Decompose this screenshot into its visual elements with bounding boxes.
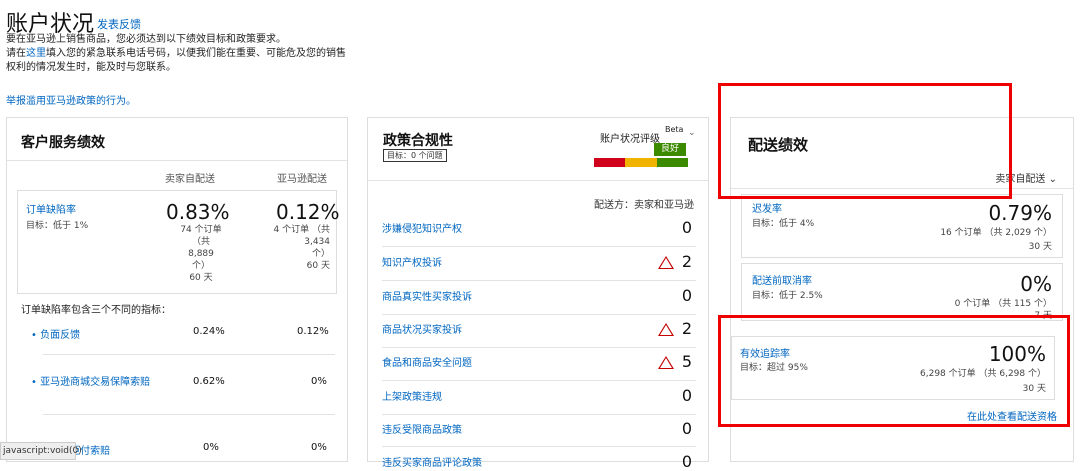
odr-seller-detail-3: 个）	[191, 261, 210, 271]
odr-seller-value: 0.83%	[166, 200, 230, 224]
odr-seller-days: 60 天	[189, 273, 213, 283]
policy-row-authenticity[interactable]: 商品真实性买家投诉	[382, 288, 472, 303]
cancel-rate-link[interactable]: 配送前取消率	[752, 272, 812, 287]
customer-service-panel: 客户服务绩效 卖家自配送 亚马逊配送 订单缺陷率 目标：低于 1% 0.83% …	[6, 117, 348, 462]
report-abuse-link[interactable]: 举报滥用亚马逊政策的行为。	[6, 92, 136, 107]
metric-seller-value: 0%	[203, 442, 219, 453]
emergency-contact-link[interactable]: 这里	[26, 48, 46, 59]
warning-icon: !	[658, 254, 674, 273]
odr-fba-detail-1: 4 个订单 （共 3,434	[273, 225, 330, 247]
policy-row-condition[interactable]: 商品状况买家投诉	[382, 321, 462, 336]
metric-a-to-z-claims[interactable]: 亚马逊商城交易保障索赔	[40, 377, 150, 388]
odr-link[interactable]: 订单缺陷率	[26, 201, 76, 216]
rating-bar	[594, 158, 688, 167]
browser-status-bar: javascript:void(0)	[0, 442, 82, 460]
rating-label: 账户状况评级	[600, 134, 660, 145]
odr-note: 订单缺陷率包含三个不同的指标：	[21, 305, 171, 316]
metric-label[interactable]: • 亚马逊商城交易保障索赔	[31, 376, 151, 390]
policy-row-value: 0	[681, 452, 692, 471]
policy-row-ip-suspected[interactable]: 涉嫌侵犯知识产权	[382, 220, 462, 235]
late-shipment-target: 目标：低于 4%	[752, 219, 815, 229]
warning-icon: !	[658, 354, 674, 373]
policy-title: 政策合规性	[383, 133, 453, 149]
intro-suffix: 填入您的紧急联系电话号码，以便我们能在重要、可能危及您的销售权利的情况发生时，能…	[6, 48, 346, 73]
fulfillment-channel: 配送方：卖家和亚马逊	[594, 200, 694, 211]
feedback-link[interactable]: 发表反馈	[97, 16, 141, 32]
late-shipment-detail: 16 个订单 （共 2,029 个）	[940, 228, 1052, 238]
intro-text: 要在亚马逊上销售商品，您必须达到以下绩效目标和政策要求。 请在这里填入您的紧急联…	[6, 33, 346, 75]
policy-row-value: 2	[681, 319, 692, 338]
warning-icon: !	[658, 321, 674, 340]
cancel-rate-target: 目标：低于 2.5%	[752, 291, 823, 301]
odr-fba-detail: 4 个订单 （共 3,434 个） 60 天	[248, 224, 330, 272]
late-shipment-value: 0.79%	[988, 201, 1052, 225]
policy-row-value: 2	[681, 252, 692, 271]
policy-row-value: 0	[681, 218, 692, 237]
late-shipment-days: 30 天	[1028, 242, 1052, 252]
odr-fba-days: 60 天	[306, 261, 330, 271]
late-shipment-link[interactable]: 迟发率	[752, 200, 782, 215]
odr-card: 订单缺陷率 目标：低于 1% 0.83% 74 个订单 （共 8,889 个） …	[17, 190, 340, 294]
policy-target-chip[interactable]: 目标：0 个问题	[383, 149, 447, 162]
policy-row-food-safety[interactable]: 食品和商品安全问题	[382, 354, 472, 369]
metric-seller-value: 0.62%	[193, 376, 225, 387]
col-seller-header: 卖家自配送	[165, 174, 215, 185]
odr-target: 目标：低于 1%	[26, 221, 89, 231]
odr-fba-value: 0.12%	[276, 200, 340, 224]
annotation-box-bottom	[718, 315, 1070, 427]
policy-row-listing[interactable]: 上架政策违规	[382, 388, 442, 403]
metric-fba-value: 0%	[311, 376, 327, 387]
chevron-down-icon[interactable]: ⌄	[688, 128, 696, 138]
intro-prefix: 请在	[6, 48, 26, 59]
policy-row-reviews[interactable]: 违反买家商品评论政策	[382, 454, 482, 469]
odr-fba-detail-2: 个）	[311, 249, 330, 259]
intro-line-2: 请在这里填入您的紧急联系电话号码，以便我们能在重要、可能危及您的销售权利的情况发…	[6, 47, 346, 75]
odr-seller-detail: 74 个订单 （共 8,889 个） 60 天	[180, 224, 222, 284]
policy-panel: 政策合规性 目标：0 个问题 账户状况评级 Beta ⌄ 良好 配送方：卖家和亚…	[367, 117, 709, 471]
metric-seller-value: 0.24%	[193, 326, 225, 337]
policy-row-value: 0	[681, 419, 692, 438]
customer-service-title: 客户服务绩效	[21, 135, 105, 151]
chevron-down-icon[interactable]: ⌄	[1049, 174, 1057, 185]
metric-label[interactable]: • 负面反馈	[31, 326, 141, 341]
policy-row-value: 0	[681, 286, 692, 305]
policy-row-value: 5	[681, 352, 692, 371]
odr-seller-detail-1: 74 个订单	[180, 225, 222, 235]
cancel-rate-value: 0%	[1020, 272, 1052, 296]
annotation-box-top	[718, 83, 1012, 199]
late-shipment-card: 迟发率 目标：低于 4% 0.79% 16 个订单 （共 2,029 个） 30…	[741, 194, 1063, 258]
odr-seller-detail-2: （共 8,889	[188, 237, 214, 259]
metric-negative-feedback[interactable]: 负面反馈	[40, 330, 80, 341]
beta-badge: Beta	[665, 125, 684, 134]
rating-badge: 良好	[654, 143, 686, 156]
cancel-rate-card: 配送前取消率 目标：低于 2.5% 0% 0 个订单 （共 115 个） 7 天	[741, 263, 1063, 321]
policy-row-restricted[interactable]: 违反受限商品政策	[382, 421, 462, 436]
intro-line-1: 要在亚马逊上销售商品，您必须达到以下绩效目标和政策要求。	[6, 34, 286, 45]
policy-row-value: 0	[681, 386, 692, 405]
col-fba-header: 亚马逊配送	[277, 174, 327, 185]
metric-fba-value: 0%	[311, 442, 327, 453]
policy-row-ip-complaints[interactable]: 知识产权投诉	[382, 254, 442, 269]
metric-fba-value: 0.12%	[297, 326, 329, 337]
